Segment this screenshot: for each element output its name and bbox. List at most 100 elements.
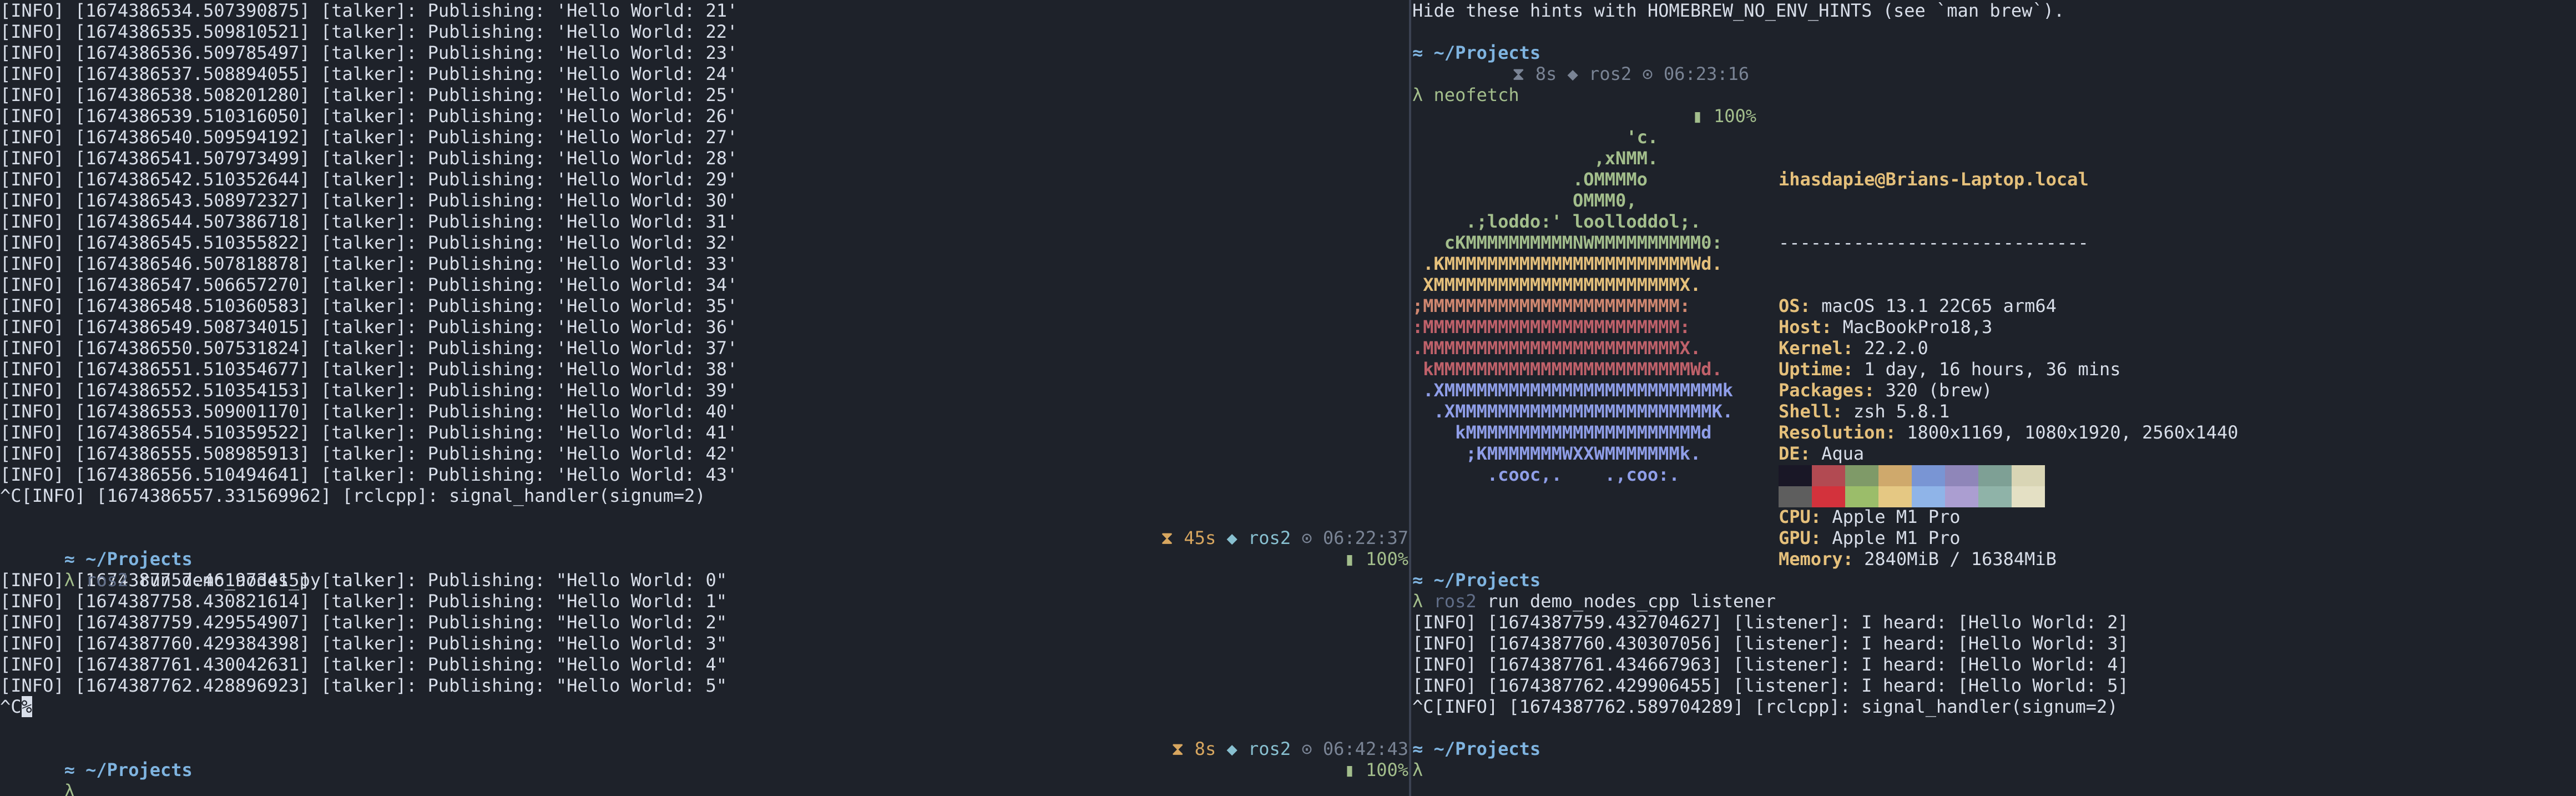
- info-colon: :: [1800, 443, 1822, 464]
- ascii-art-line: .cooc,. .,coo:.: [1412, 464, 1680, 485]
- command-input-line[interactable]: λ ▮ 100%: [0, 759, 1408, 796]
- info-row: CPU: Apple M1 Pro: [1779, 506, 2238, 527]
- log-line: [INFO] [1674386551.510354677] [talker]: …: [0, 359, 738, 380]
- log-line: [INFO] [1674386544.507386718] [talker]: …: [0, 211, 738, 232]
- prompt-status: ⧗ 45s ◆ ros2 ⊙ 06:22:37: [1161, 527, 1408, 548]
- palette-row-bright: [1779, 486, 2045, 507]
- signal-handler-line: ^C[INFO] [1674386557.331569962] [rclcpp]…: [0, 485, 706, 506]
- log-line: [INFO] [1674386556.510494641] [talker]: …: [0, 464, 738, 485]
- info-colon: :: [1821, 316, 1843, 337]
- info-row: GPU: Apple M1 Pro: [1779, 527, 2238, 548]
- color-swatch: [1812, 486, 1845, 507]
- color-swatch: [1978, 465, 2012, 486]
- color-swatch: [2012, 486, 2045, 507]
- color-palette: [1779, 465, 2045, 507]
- prompt-directory: ≈ ~/Projects: [1412, 738, 1541, 759]
- info-colon: :: [1842, 337, 1865, 359]
- ros-env-indicator: ◆ ros2: [1226, 738, 1291, 759]
- color-swatch: [1812, 465, 1845, 486]
- log-line: [INFO] [1674386535.509810521] [talker]: …: [0, 21, 738, 42]
- lambda-prompt-icon: λ: [64, 780, 75, 796]
- prompt-status: ⧗ 8s ◆ ros2 ⊙ 06:23:16: [1412, 63, 2576, 84]
- info-key: Resolution: [1779, 422, 1886, 443]
- info-row: Memory: 2840MiB / 16384MiB: [1779, 548, 2238, 570]
- info-row: Shell: zsh 5.8.1: [1779, 401, 2238, 422]
- ascii-art-line: .KMMMMMMMMMMMMMMMMMMMMMMMWd.: [1412, 253, 1723, 274]
- log-line: [INFO] [1674386543.508972327] [talker]: …: [0, 190, 738, 211]
- ctrl-c-text: ^C: [0, 696, 22, 717]
- info-key: Shell: [1779, 401, 1832, 422]
- listener-output: [INFO] [1674387759.432704627] [listener]…: [1412, 612, 2576, 696]
- log-line: [INFO] [1674387762.429906455] [listener]…: [1412, 675, 2129, 696]
- info-colon: :: [1810, 527, 1832, 548]
- log-line: [INFO] [1674386542.510352644] [talker]: …: [0, 169, 738, 190]
- neofetch-battery: ▮ 100%: [1412, 105, 1756, 127]
- info-row: OS: macOS 13.1 22C65 arm64: [1779, 295, 2238, 316]
- log-line: [INFO] [1674387759.429554907] [talker]: …: [0, 612, 728, 633]
- ascii-art-line: .XMMMMMMMMMMMMMMMMMMMMMMMMMMk: [1412, 380, 1733, 401]
- log-line: [INFO] [1674386536.509785497] [talker]: …: [0, 42, 738, 63]
- ascii-art-line: kMMMMMMMMMMMMMMMMMMMMMMMMWd.: [1412, 359, 1723, 380]
- ascii-art-line: .;loddo:' loolloddol;.: [1412, 211, 1701, 232]
- battery-indicator: ▮ 100%: [1692, 105, 1756, 127]
- log-line: [INFO] [1674386549.508734015] [talker]: …: [0, 316, 738, 337]
- pane-divider[interactable]: [1409, 0, 1411, 796]
- lambda-prompt-icon: λ: [1412, 591, 1423, 612]
- ascii-art-line: kMMMMMMMMMMMMMMMMMMMMMMd: [1412, 422, 1712, 443]
- info-value: Apple M1 Pro: [1832, 527, 1961, 548]
- log-line: [INFO] [1674386537.508894055] [talker]: …: [0, 63, 738, 84]
- log-line: [INFO] [1674386555.508985913] [talker]: …: [0, 443, 738, 464]
- log-line: [INFO] [1674386539.510316050] [talker]: …: [0, 105, 738, 127]
- info-key: Packages: [1779, 380, 1865, 401]
- command-line: λ ros2 run demo_nodes_py talker ▮ 100%: [0, 548, 1408, 591]
- prompt-status-line: ≈ ~/Projects ⧗ 45s ◆ ros2 ⊙ 06:22:37: [0, 527, 1408, 570]
- color-swatch: [1779, 465, 1812, 486]
- interrupt-line[interactable]: ^C%: [0, 696, 1408, 717]
- lambda-prompt-icon: λ: [1412, 759, 1423, 780]
- log-line: [INFO] [1674387759.432704627] [listener]…: [1412, 612, 2129, 633]
- color-swatch: [1978, 486, 2012, 507]
- color-swatch: [1945, 465, 1978, 486]
- info-separator: -----------------------------: [1779, 232, 2089, 253]
- info-value: Apple M1 Pro: [1832, 506, 1961, 527]
- terminal-cursor[interactable]: %: [21, 696, 32, 717]
- color-swatch: [1878, 486, 1912, 507]
- terminal-window[interactable]: [INFO] [1674386534.507390875] [talker]: …: [0, 0, 2576, 796]
- log-line: [INFO] [1674386554.510359522] [talker]: …: [0, 422, 738, 443]
- info-row: DE: Aqua: [1779, 443, 2238, 464]
- info-key: GPU: [1779, 527, 1811, 548]
- log-line: [INFO] [1674386552.510354153] [talker]: …: [0, 380, 738, 401]
- right-terminal-pane[interactable]: Hide these hints with HOMEBREW_NO_ENV_HI…: [1412, 0, 2576, 796]
- command-input-line[interactable]: λ: [1412, 759, 2576, 780]
- info-row: Kernel: 22.2.0: [1779, 337, 2238, 359]
- log-line: [INFO] [1674386545.510355822] [talker]: …: [0, 232, 738, 253]
- left-terminal-pane[interactable]: [INFO] [1674386534.507390875] [talker]: …: [0, 0, 1408, 796]
- info-value: 1 day, 16 hours, 36 mins: [1864, 359, 2121, 380]
- command-line: λ neofetch: [1412, 84, 2576, 105]
- prompt-directory: ≈ ~/Projects: [1412, 570, 1541, 591]
- ros-env-indicator: ◆ ros2: [1226, 527, 1291, 548]
- info-key: Host: [1779, 316, 1822, 337]
- color-swatch: [2012, 465, 2045, 486]
- ascii-art-line: cKMMMMMMMMMMNWMMMMMMMMMM0:: [1412, 232, 1723, 253]
- log-line: [INFO] [1674386538.508201280] [talker]: …: [0, 84, 738, 105]
- log-line: [INFO] [1674386534.507390875] [talker]: …: [0, 0, 738, 21]
- ascii-art-line: .MMMMMMMMMMMMMMMMMMMMMMMMX.: [1412, 337, 1701, 359]
- ascii-art-line: ;MMMMMMMMMMMMMMMMMMMMMMMM:: [1412, 295, 1690, 316]
- info-key: Memory: [1779, 548, 1843, 570]
- info-value: 320 (brew): [1885, 380, 1993, 401]
- info-value: 2840MiB / 16384MiB: [1864, 548, 2057, 570]
- ascii-art-line: :MMMMMMMMMMMMMMMMMMMMMMMM:: [1412, 316, 1690, 337]
- command-prefix: ros2: [85, 570, 129, 591]
- log-line: [INFO] [1674387762.428896923] [talker]: …: [0, 675, 728, 696]
- palette-row-normal: [1779, 465, 2045, 486]
- info-value: 22.2.0: [1864, 337, 1928, 359]
- ascii-art-line: ;KMMMMMMMWXXWMMMMMMMk.: [1412, 443, 1701, 464]
- log-line: [INFO] [1674386540.509594192] [talker]: …: [0, 127, 738, 148]
- command-line: λ ros2 run demo_nodes_cpp listener: [1412, 591, 2576, 612]
- apple-logo-ascii-art: 'c. ,xNMM. .OMMMMo OMMM0, .;loddo:' lool…: [1412, 127, 1733, 485]
- log-line: [INFO] [1674386547.506657270] [talker]: …: [0, 274, 738, 295]
